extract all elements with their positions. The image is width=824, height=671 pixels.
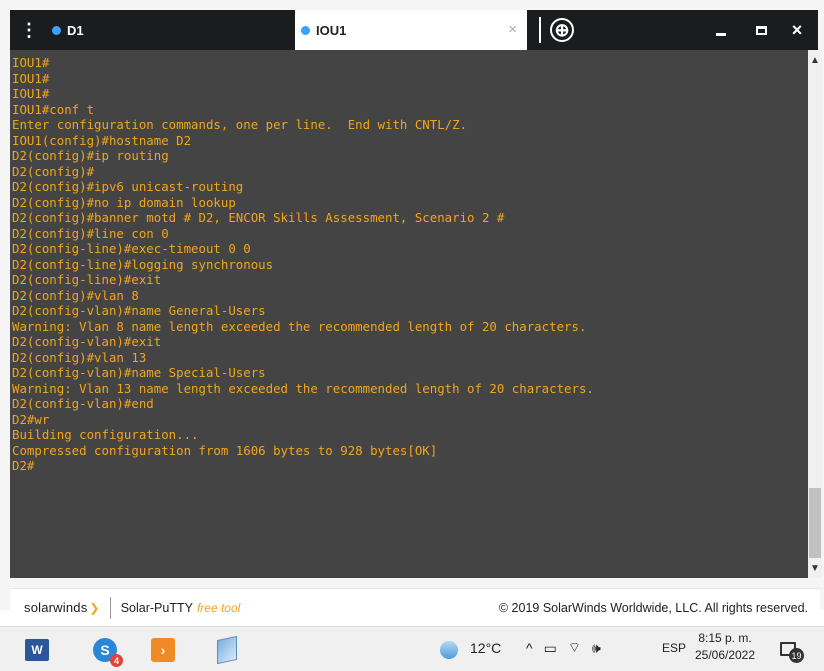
wifi-icon[interactable]: ⌔	[568, 639, 581, 657]
terminal-output[interactable]: IOU1# IOU1# IOU1# IOU1#conf t Enter configur…	[10, 50, 808, 578]
terminal-line: D2(config)#vlan 8	[12, 287, 139, 303]
close-tab-icon[interactable]: ×	[508, 21, 517, 38]
terminal-line: Enter configuration commands, one per li…	[12, 117, 468, 132]
terminal-line: D2(config-vlan)#name General-Users	[12, 303, 266, 318]
terminal-line: D2(config)#no ip domain lookup	[12, 194, 236, 210]
time: 8:15 p. m.	[698, 631, 752, 645]
scroll-up-icon[interactable]: ▲	[808, 52, 822, 68]
terminal-line: IOU1(config)#hostname D2	[12, 132, 192, 148]
terminal-line: D2(config)#	[12, 163, 95, 179]
language-indicator[interactable]: ESP	[662, 641, 686, 655]
tab-bar: ⋮ D1 IOU1 × ⊕ ×	[10, 10, 818, 50]
tab-label: IOU1	[316, 22, 347, 38]
maximize-icon	[755, 25, 767, 35]
terminal-line: D2(config-vlan)#name Special-Users	[12, 365, 266, 380]
solar-putty-icon[interactable]: ›	[148, 635, 178, 665]
terminal-line: D2(config-line)#logging synchronous	[12, 256, 274, 272]
copyright-text: © 2019 SolarWinds Worldwide, LLC. All ri…	[498, 600, 808, 615]
tab-divider	[539, 17, 541, 43]
temperature[interactable]: 12°C	[470, 640, 501, 656]
system-tray: ^ ▭ ⌔ 🕪	[526, 639, 601, 657]
scroll-down-icon[interactable]: ▼	[808, 560, 822, 576]
terminal-line: D2#	[12, 458, 35, 473]
vertical-scrollbar[interactable]: ▲ ▼	[808, 50, 822, 578]
skype-icon[interactable]: S4	[90, 635, 123, 667]
chevron-up-icon[interactable]: ^	[526, 640, 533, 656]
windows-taskbar: W S4 › 12°C ^ ▭ ⌔ 🕪 ESP 8:15 p. m. 25/06…	[0, 626, 824, 671]
terminal-line: D2(config-vlan)#end	[12, 396, 154, 411]
network-icon[interactable]: ▭	[544, 640, 557, 657]
volume-icon[interactable]: 🕪	[592, 640, 601, 657]
word-icon[interactable]: W	[22, 635, 52, 665]
minimize-icon	[716, 32, 726, 36]
minimize-button[interactable]	[702, 10, 740, 50]
notification-count: 19	[789, 648, 804, 663]
footer-separator	[10, 578, 822, 588]
terminal-line: D2(config)#line con 0	[12, 225, 169, 241]
flame-icon: ❯	[89, 600, 100, 615]
notifications-icon[interactable]: 19	[774, 635, 804, 663]
scroll-thumb[interactable]	[809, 488, 821, 558]
terminal-line: D2(config)#ipv6 unicast-routing	[12, 179, 244, 194]
terminal-line: Building configuration...	[12, 427, 199, 442]
footer-divider	[109, 596, 111, 619]
weather-icon[interactable]	[440, 641, 458, 659]
new-tab-icon[interactable]: ⊕	[550, 18, 574, 42]
skype-badge: 4	[110, 654, 123, 667]
terminal-line: Warning: Vlan 13 name length exceeded th…	[12, 380, 594, 396]
terminal-line: D2(config)#banner motd # D2, ENCOR Skill…	[12, 210, 505, 225]
terminal-line: Compressed configuration from 1606 bytes…	[12, 442, 438, 458]
menu-dots-icon[interactable]: ⋮	[10, 10, 48, 50]
tab-d1[interactable]: D1	[48, 10, 295, 50]
terminal-line: D2#wr	[12, 411, 50, 427]
tab-iou1[interactable]: IOU1 ×	[295, 10, 527, 50]
tab-status-dot	[301, 25, 310, 35]
terminal-line: IOU1#conf t	[12, 101, 95, 117]
terminal-line: D2(config)#vlan 13	[12, 349, 147, 365]
brand-name: solarwinds	[24, 600, 88, 615]
free-tool-label[interactable]: free tool	[197, 601, 240, 615]
terminal-line: IOU1#	[12, 86, 50, 101]
window-left-edge	[0, 0, 10, 610]
terminal-line: IOU1#	[12, 70, 50, 86]
terminal-line: D2(config)#ip routing	[12, 148, 169, 163]
window-top-edge	[0, 0, 824, 10]
status-footer: solarwinds ❯ Solar-PuTTY free tool © 201…	[10, 588, 820, 626]
date: 25/06/2022	[694, 648, 756, 662]
terminal-line: Warning: Vlan 8 name length exceeded the…	[12, 318, 587, 334]
maximize-button[interactable]	[742, 10, 780, 50]
clock[interactable]: 8:15 p. m. 25/06/2022	[693, 630, 757, 664]
solarwinds-logo: solarwinds ❯	[24, 600, 100, 615]
tab-label: D1	[67, 22, 84, 38]
terminal-line: D2(config-vlan)#exit	[12, 334, 162, 349]
terminal-line: D2(config-line)#exec-timeout 0 0	[12, 241, 251, 256]
terminal-line: IOU1#	[12, 55, 50, 70]
product-name: Solar-PuTTY	[120, 600, 193, 615]
close-window-button[interactable]: ×	[778, 10, 816, 50]
sticky-notes-icon[interactable]	[212, 635, 242, 665]
terminal-line: D2(config-line)#exit	[12, 272, 162, 287]
tab-status-dot	[52, 25, 61, 35]
